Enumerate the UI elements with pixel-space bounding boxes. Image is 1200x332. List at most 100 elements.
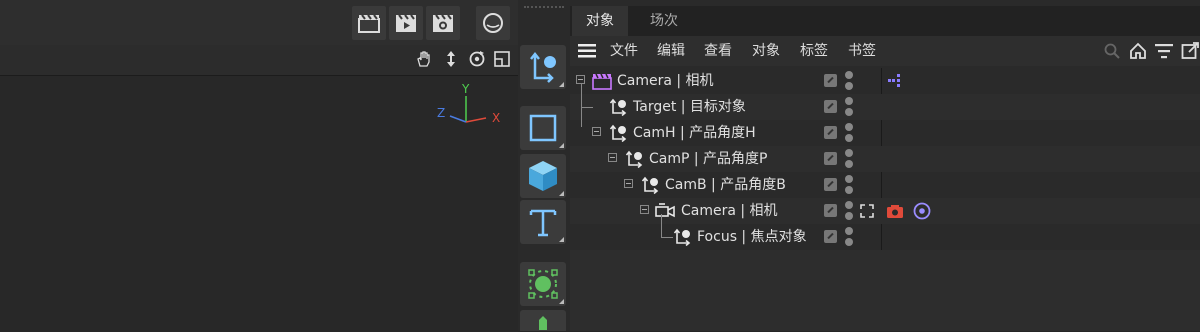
clapper-icon xyxy=(358,14,380,33)
hamburger-menu-icon[interactable] xyxy=(578,44,596,58)
list-item[interactable]: CamB | 产品角度B xyxy=(570,172,1200,198)
new-window-icon[interactable] xyxy=(1181,42,1199,60)
menu-bookmarks[interactable]: 书签 xyxy=(848,36,876,66)
render-visibility-dot[interactable] xyxy=(845,238,853,246)
editor-visibility-dot[interactable] xyxy=(845,123,853,131)
object-name[interactable]: Focus | 焦点对象 xyxy=(697,224,807,250)
list-item[interactable]: CamP | 产品角度P xyxy=(570,146,1200,172)
viewport-panel: Y X Z xyxy=(0,0,518,332)
edit-toggle[interactable] xyxy=(824,126,837,139)
tree-line xyxy=(581,107,593,108)
generator-button[interactable] xyxy=(520,262,566,306)
collapse-toggle[interactable] xyxy=(624,179,633,188)
collapse-toggle[interactable] xyxy=(576,75,585,84)
render-camera-tag-icon[interactable] xyxy=(886,204,904,219)
panel-toggle-icon xyxy=(494,51,510,67)
deformer-icon xyxy=(539,315,547,330)
editor-visibility-dot[interactable] xyxy=(845,149,853,157)
menu-object[interactable]: 对象 xyxy=(752,36,780,66)
search-icon[interactable] xyxy=(1104,43,1120,59)
null-target-icon xyxy=(673,228,691,246)
material-sphere-button[interactable] xyxy=(476,6,510,40)
tree-line xyxy=(661,237,673,238)
deformer-button[interactable] xyxy=(520,310,566,331)
null-object-button[interactable] xyxy=(520,45,566,89)
om-menu-bar: 文件 编辑 查看 对象 标签 书签 xyxy=(570,36,1200,66)
edit-toggle[interactable] xyxy=(824,230,837,243)
null-target-icon xyxy=(625,150,643,168)
edit-toggle[interactable] xyxy=(824,178,837,191)
cube-primitive-button[interactable] xyxy=(520,154,566,198)
edit-toggle[interactable] xyxy=(824,204,837,217)
move-view-button[interactable] xyxy=(440,48,462,70)
spline-primitive-button[interactable] xyxy=(520,106,566,150)
render-to-picture-viewer-button[interactable] xyxy=(389,6,423,40)
om-tab-bar: 对象 场次 xyxy=(570,6,1200,36)
tree-line xyxy=(581,107,582,127)
tab-objects[interactable]: 对象 xyxy=(572,6,628,36)
orbit-icon xyxy=(469,51,485,67)
object-name[interactable]: CamB | 产品角度B xyxy=(665,172,786,198)
menu-file[interactable]: 文件 xyxy=(610,36,638,66)
editor-visibility-dot[interactable] xyxy=(845,97,853,105)
render-visibility-dot[interactable] xyxy=(845,186,853,194)
fullscreen-icon[interactable] xyxy=(860,204,874,218)
null-target-icon xyxy=(609,124,627,142)
collapse-toggle[interactable] xyxy=(608,153,617,162)
home-icon[interactable] xyxy=(1129,42,1147,60)
render-visibility-dot[interactable] xyxy=(845,160,853,168)
rectangle-spline-icon xyxy=(529,114,557,142)
collapse-toggle[interactable] xyxy=(592,127,601,136)
render-settings-button[interactable] xyxy=(426,6,460,40)
editor-visibility-dot[interactable] xyxy=(845,227,853,235)
object-name[interactable]: Target | 目标对象 xyxy=(633,94,746,120)
menu-edit[interactable]: 编辑 xyxy=(657,36,685,66)
null-target-icon xyxy=(641,176,659,194)
render-visibility-dot[interactable] xyxy=(845,212,853,220)
list-item[interactable]: Focus | 焦点对象 xyxy=(570,214,1200,250)
null-target-icon xyxy=(609,98,627,116)
menu-view[interactable]: 查看 xyxy=(704,36,732,66)
null-target-icon xyxy=(530,51,556,83)
tree-line xyxy=(581,84,582,107)
palette-grip[interactable] xyxy=(524,6,564,14)
editor-visibility-dot[interactable] xyxy=(845,71,853,79)
render-visibility-dot[interactable] xyxy=(845,134,853,142)
clapper-gear-icon xyxy=(433,14,453,32)
axis-y-label: Y xyxy=(461,82,470,96)
tool-palette xyxy=(518,0,570,331)
list-item[interactable]: CamH | 产品角度H xyxy=(570,107,1200,146)
toggle-layout-button[interactable] xyxy=(491,48,513,70)
collapse-toggle[interactable] xyxy=(640,205,649,214)
text-spline-button[interactable] xyxy=(520,200,566,244)
render-visibility-dot[interactable] xyxy=(845,82,853,90)
object-name[interactable]: Camera | 相机 xyxy=(681,198,778,224)
tab-takes[interactable]: 场次 xyxy=(636,6,692,36)
editor-visibility-dot[interactable] xyxy=(845,201,853,209)
edit-toggle[interactable] xyxy=(824,74,837,87)
text-icon xyxy=(529,209,557,237)
target-circle-icon[interactable] xyxy=(913,202,931,220)
render-visibility-dot[interactable] xyxy=(845,108,853,116)
pan-view-button[interactable] xyxy=(413,48,435,70)
axis-x-label: X xyxy=(492,111,500,125)
target-tag-icon[interactable] xyxy=(888,74,904,88)
list-item[interactable]: Target | 目标对象 xyxy=(570,84,1200,120)
render-view-button[interactable] xyxy=(352,6,386,40)
object-name[interactable]: Camera | 相机 xyxy=(617,68,714,94)
menu-tags[interactable]: 标签 xyxy=(800,36,828,66)
object-name[interactable]: CamP | 产品角度P xyxy=(649,146,768,172)
empty-list-area[interactable] xyxy=(570,250,1200,331)
list-item[interactable]: Camera | 相机 xyxy=(570,198,1200,224)
edit-toggle[interactable] xyxy=(824,152,837,165)
list-item[interactable]: Camera | 相机 xyxy=(570,68,1200,94)
edit-toggle[interactable] xyxy=(824,100,837,113)
cube-icon xyxy=(529,161,557,191)
hand-icon xyxy=(417,51,430,67)
axis-gizmo: Y X Z xyxy=(437,82,500,125)
editor-visibility-dot[interactable] xyxy=(845,175,853,183)
filter-icon[interactable] xyxy=(1155,43,1173,59)
object-name[interactable]: CamH | 产品角度H xyxy=(633,120,756,146)
rotate-view-button[interactable] xyxy=(466,48,488,70)
dolly-arrows-icon xyxy=(447,51,455,67)
